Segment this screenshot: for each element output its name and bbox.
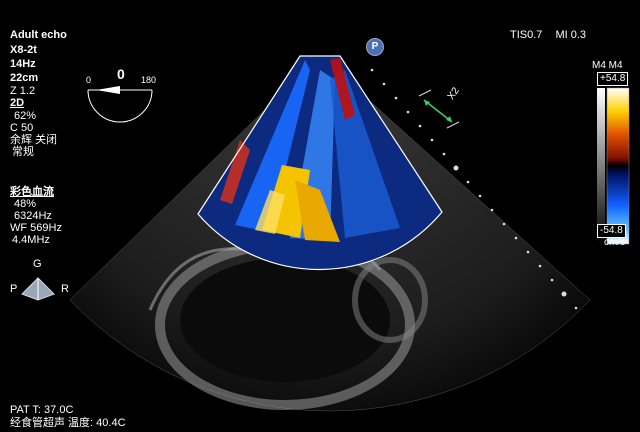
mode-2d-label: 2D <box>10 97 25 109</box>
compress-2d: C 50 <box>10 122 34 134</box>
cf-prf: 6324Hz <box>14 210 52 222</box>
colorbar-mode: M4 M4 <box>592 60 623 71</box>
probe-orientation-marker: P <box>366 38 384 56</box>
mi-value: MI 0.3 <box>555 29 587 41</box>
orient-left: P <box>10 283 18 295</box>
color-flow-label: 彩色血流 <box>10 186 54 198</box>
orient-top: G <box>33 258 42 270</box>
colorbar-min: -54.8 <box>597 224 626 238</box>
patient-temp: PAT T: 37.0C <box>10 404 74 416</box>
preset-label: Adult echo <box>10 29 67 41</box>
tis-value: TIS0.7 <box>510 29 543 41</box>
colorbar-unit: cm/s <box>604 237 626 248</box>
probe-label: X8-2t <box>10 44 37 56</box>
colorbar-max: +54.8 <box>597 72 629 86</box>
frame-rate: 14Hz <box>10 58 36 70</box>
ultrasound-image <box>21 55 630 412</box>
gain-2d: 62% <box>14 110 37 122</box>
orientation-icon <box>21 277 55 301</box>
safety-indices: TIS0.7 MI 0.3 <box>510 29 596 41</box>
depth-label: 22cm <box>10 72 39 84</box>
grayscale-bar <box>597 88 605 244</box>
persist-label: 余辉 关闭 <box>10 134 58 146</box>
dial-max: 180 <box>141 75 157 85</box>
dial-min: 0 <box>86 75 92 85</box>
dial-value: 0 <box>117 66 125 82</box>
cf-gain: 48% <box>14 198 37 210</box>
angle-dial-icon <box>87 86 153 123</box>
cf-freq: 4.4MHz <box>12 234 50 246</box>
probe-temp: 经食管超声 温度: 40.4C <box>10 417 126 429</box>
cf-wall-filter: WF 569Hz <box>10 222 62 234</box>
zoom-label: Z 1.2 <box>10 85 36 97</box>
velocity-colorbar <box>606 87 630 245</box>
ultrasound-screen: { "header": { "preset": "Adult echo", "p… <box>0 0 640 432</box>
orient-right: R <box>61 283 69 295</box>
mode-normal: 常规 <box>12 146 34 158</box>
